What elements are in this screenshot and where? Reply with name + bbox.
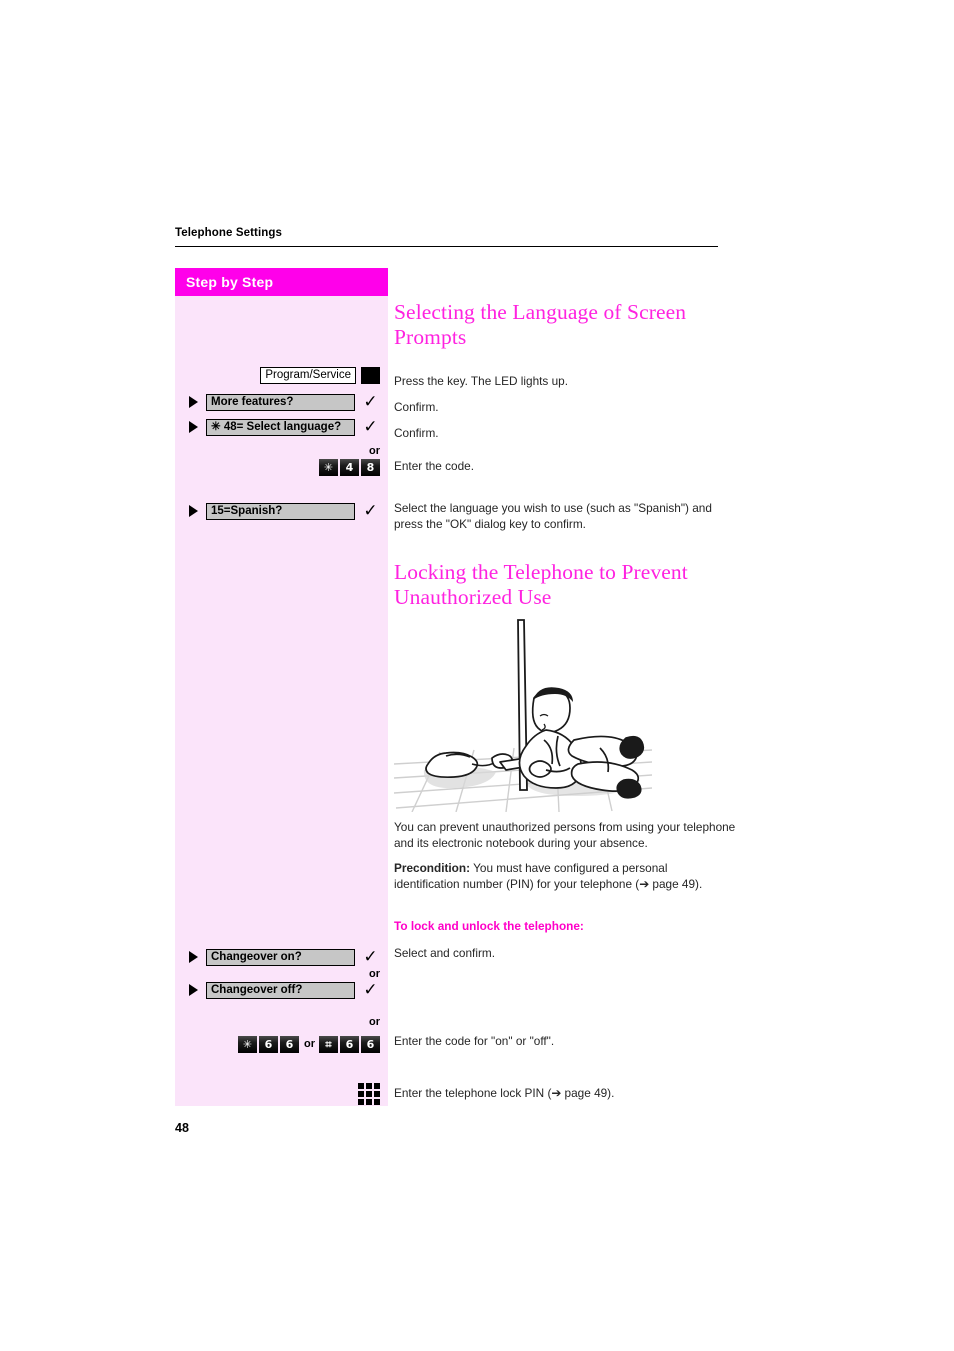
sidebar-row-program-service: Program/Service [260,366,380,384]
sidebar-row-code-66[interactable]: ✳ 6 6 or ⌗ 6 6 [238,1035,380,1053]
select-arrow-icon [189,984,198,996]
page-number: 48 [175,1121,189,1135]
key-star[interactable]: ✳ [238,1035,257,1053]
header-rule [175,246,718,247]
paragraph-precondition: Precondition: You must have configured a… [394,861,736,892]
key-6[interactable]: 6 [259,1035,278,1053]
step-text-press-key: Press the key. The LED lights up. [394,374,568,388]
running-header-title: Telephone Settings [175,227,283,239]
key-label-program-service: Program/Service [260,366,356,384]
step-text-select-language: Select the language you wish to use (suc… [394,501,712,531]
step-by-step-sidebar: Step by Step Program/Service More featur… [175,268,388,1106]
or-label-inline: or [304,1038,315,1050]
key-hash[interactable]: ⌗ [319,1035,338,1053]
sidebar-row-more-features[interactable]: More features? ✓ [189,393,379,411]
sidebar-row-changeover-on[interactable]: Changeover on? ✓ [189,948,379,966]
paragraph-prevent-unauthorized: You can prevent unauthorized persons fro… [394,820,736,850]
section-heading-language: Selecting the Language of Screen Prompts [394,300,687,349]
display-box-spanish[interactable]: 15=Spanish? [206,502,355,520]
or-label: or [369,1016,380,1028]
illustration-locked-telephone [394,612,652,812]
key-8[interactable]: 8 [361,458,380,476]
key-4[interactable]: 4 [340,458,359,476]
step-text-select-confirm: Select and confirm. [394,946,495,960]
sidebar-row-keypad[interactable] [358,1083,380,1105]
led-key-icon[interactable] [361,366,380,384]
check-icon[interactable]: ✓ [362,502,379,520]
check-icon[interactable]: ✓ [362,393,379,411]
select-arrow-icon [189,421,198,433]
key-6[interactable]: 6 [361,1035,380,1053]
select-arrow-icon [189,396,198,408]
step-text-confirm-2: Confirm. [394,426,439,440]
display-box-changeover-off[interactable]: Changeover off? [206,981,355,999]
sidebar-row-changeover-off[interactable]: Changeover off? ✓ [189,981,379,999]
display-box-changeover-on[interactable]: Changeover on? [206,948,355,966]
sidebar-row-select-language[interactable]: ✳ 48= Select language? ✓ [189,418,379,436]
display-box-more-features[interactable]: More features? [206,393,355,411]
sidebar-header: Step by Step [175,268,388,296]
step-text-confirm-1: Confirm. [394,400,439,414]
select-arrow-icon [189,505,198,517]
check-icon[interactable]: ✓ [362,418,379,436]
step-text-enter-pin: Enter the telephone lock PIN (➔ page 49)… [394,1086,615,1100]
running-header: Telephone Settings [175,226,718,247]
key-star[interactable]: ✳ [319,458,338,476]
precondition-label: Precondition: [394,861,471,875]
check-icon[interactable]: ✓ [362,981,379,999]
content-column: Selecting the Language of Screen Prompts [394,300,739,350]
display-box-select-language[interactable]: ✳ 48= Select language? [206,418,355,436]
step-text-enter-code: Enter the code. [394,459,475,473]
key-6[interactable]: 6 [280,1035,299,1053]
check-icon[interactable]: ✓ [362,948,379,966]
step-text-enter-code-onoff: Enter the code for "on" or "off". [394,1034,555,1048]
or-label: or [369,445,380,457]
key-6[interactable]: 6 [340,1035,359,1053]
subheading-lock-unlock: To lock and unlock the telephone: [394,919,584,933]
sidebar-or-3: or [369,1013,380,1031]
keypad-icon[interactable] [358,1083,380,1105]
sidebar-row-spanish[interactable]: 15=Spanish? ✓ [189,502,379,520]
select-arrow-icon [189,951,198,963]
or-label: or [369,968,380,980]
sidebar-row-code-48[interactable]: ✳ 4 8 [319,458,380,476]
section-heading-locking: Locking the Telephone to Prevent Unautho… [394,560,688,609]
